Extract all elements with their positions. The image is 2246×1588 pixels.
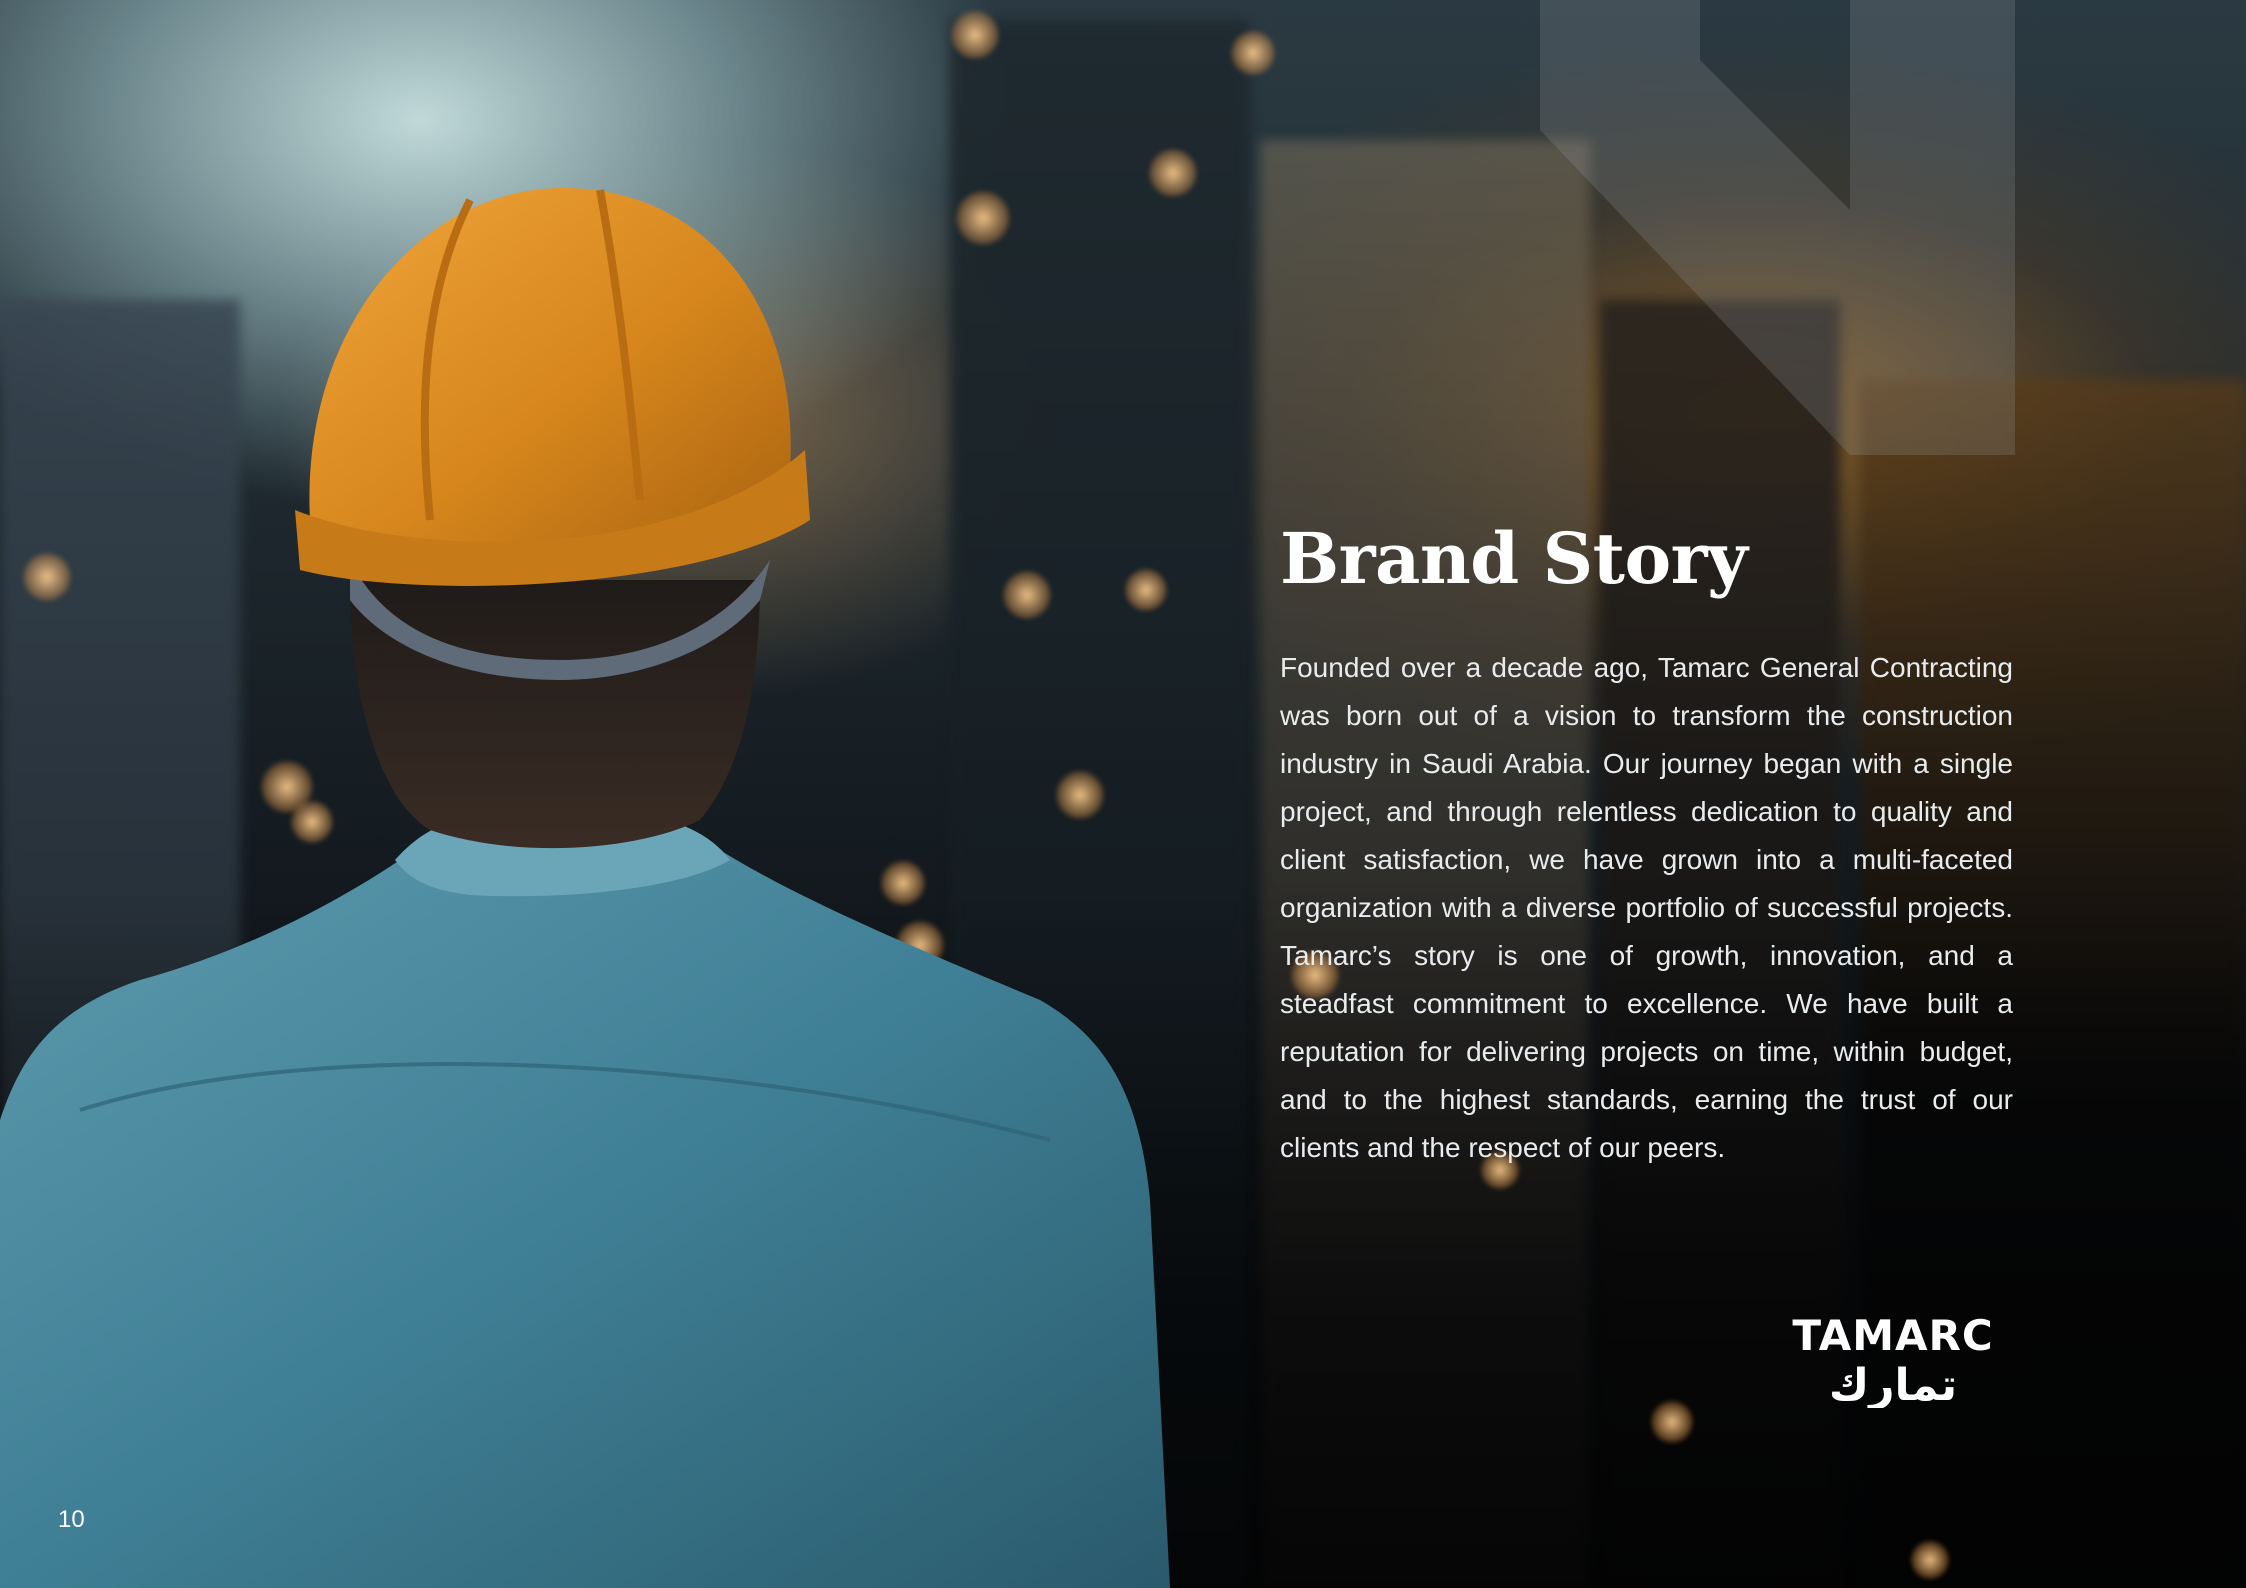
construction-worker-photo <box>0 187 1170 1588</box>
tamarc-logo: TAMARC تمارك <box>1792 1311 1993 1408</box>
page-number: 10 <box>58 1506 85 1533</box>
brand-story-paragraph: Founded over a decade ago, Tamarc Genera… <box>1280 652 2013 1163</box>
page-title: Brand Story <box>1280 517 1748 600</box>
bokeh-light <box>1650 1400 1694 1444</box>
bokeh-light <box>1230 30 1276 76</box>
logo-arabic: تمارك <box>1829 1360 1957 1408</box>
brochure-page: Brand Story Founded over a decade ago, T… <box>0 0 2246 1588</box>
bokeh-light <box>1910 1540 1950 1580</box>
logo-latin: TAMARC <box>1792 1311 1993 1360</box>
brand-shape-decoration <box>1540 0 2015 455</box>
